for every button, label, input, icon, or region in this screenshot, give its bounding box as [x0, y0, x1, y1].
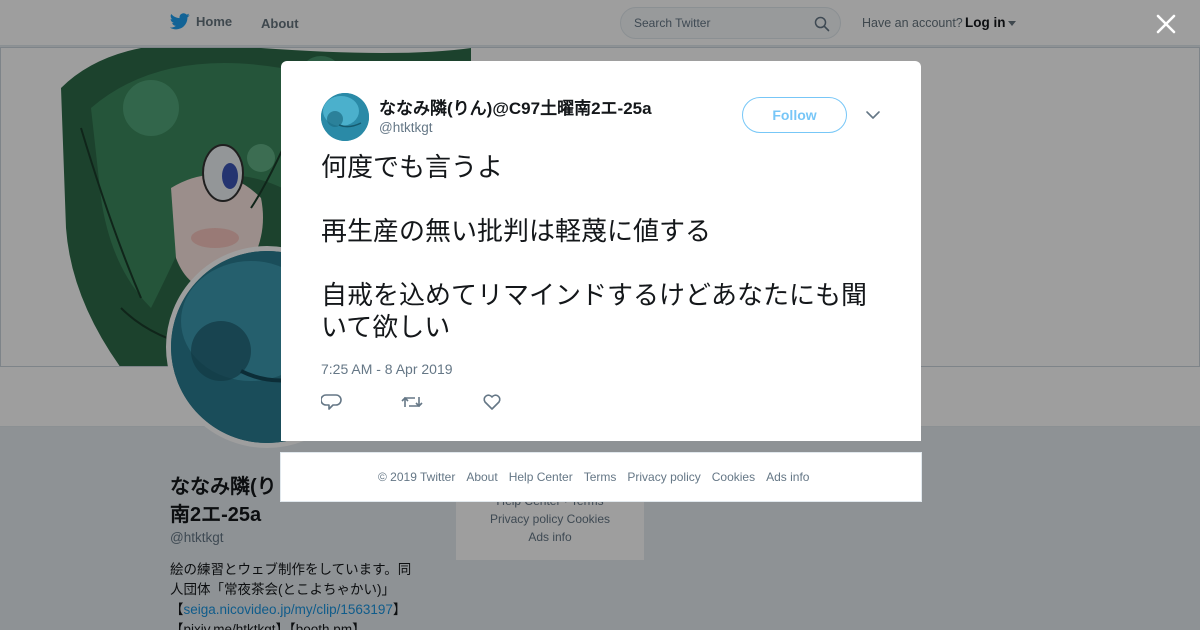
footer-ads-link[interactable]: Ads info: [766, 470, 809, 484]
reply-icon[interactable]: [321, 392, 343, 412]
footer-help-link[interactable]: Help Center: [509, 470, 573, 484]
tweet-author-avatar[interactable]: [321, 93, 369, 141]
tweet-timestamp[interactable]: 7:25 AM - 8 Apr 2019: [321, 361, 453, 377]
footer-terms-link[interactable]: Terms: [584, 470, 617, 484]
heart-icon[interactable]: [481, 392, 503, 412]
modal-footer: © 2019 Twitter About Help Center Terms P…: [280, 452, 922, 502]
close-icon[interactable]: [1153, 11, 1179, 37]
footer-cookies-link[interactable]: Cookies: [712, 470, 755, 484]
footer-privacy-link[interactable]: Privacy policy: [627, 470, 700, 484]
footer-copyright: © 2019 Twitter: [378, 470, 456, 484]
tweet-paragraph: 再生産の無い批判は軽蔑に値する: [321, 217, 712, 247]
tweet-paragraph: 何度でも言うよ: [321, 153, 504, 183]
retweet-icon[interactable]: [401, 392, 423, 412]
tweet-author-name[interactable]: ななみ隣(りん)@C97土曜南2エ-25a: [379, 94, 652, 119]
follow-button[interactable]: Follow: [742, 97, 847, 133]
avatar-image: [321, 93, 369, 141]
footer-about-link[interactable]: About: [466, 470, 497, 484]
tweet-author-handle[interactable]: @htktkgt: [379, 120, 432, 135]
tweet-card: ななみ隣(りん)@C97土曜南2エ-25a @htktkgt Follow 何度…: [281, 61, 921, 441]
chevron-down-icon[interactable]: [865, 109, 881, 121]
footer-links: © 2019 Twitter About Help Center Terms P…: [378, 470, 809, 484]
tweet-paragraph: 自戒を込めてリマインドするけどあなたにも聞いて欲しい: [321, 281, 868, 343]
tweet-text: 何度でも言うよ 再生産の無い批判は軽蔑に値する 自戒を込めてリマインドするけどあ…: [321, 152, 881, 344]
